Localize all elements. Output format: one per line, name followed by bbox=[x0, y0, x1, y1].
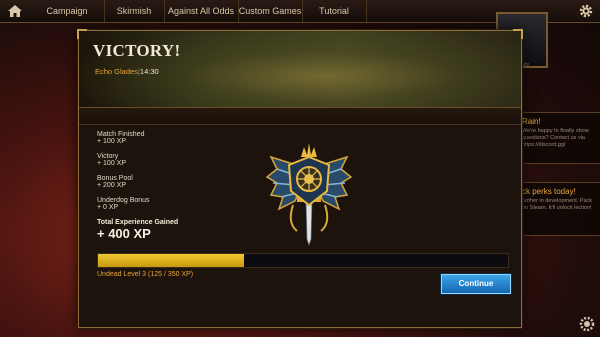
level-progress-text: Undead Level 3 (125 / 350 XP) bbox=[97, 271, 194, 278]
xp-progress-bar bbox=[97, 253, 509, 268]
total-xp-value: + 400 XP bbox=[97, 226, 151, 241]
settings-button[interactable] bbox=[578, 3, 594, 19]
total-xp-label: Total Experience Gained bbox=[97, 219, 179, 226]
home-button[interactable] bbox=[4, 2, 26, 20]
corner-ornament-tl bbox=[77, 29, 87, 39]
reward-value: + 0 XP bbox=[97, 204, 119, 211]
news-panel: Rain! We're happy to finally show questi… bbox=[516, 112, 600, 164]
perks-heading: ck perks today! bbox=[522, 187, 576, 196]
nav-skirmish[interactable]: Skirmish bbox=[104, 0, 165, 22]
nav-against-all-odds[interactable]: Against All Odds bbox=[164, 0, 239, 22]
news-text: We're happy to finally show questions? C… bbox=[522, 128, 589, 148]
friends-icon[interactable] bbox=[578, 315, 596, 333]
reward-label: Victory bbox=[97, 153, 119, 160]
map-name: Echo Glades bbox=[95, 67, 138, 76]
perks-text: further in development. Pack on Steam. I… bbox=[522, 198, 593, 211]
xp-breakdown: Match Finished + 100 XP Victory + 100 XP… bbox=[97, 131, 277, 241]
match-info: Echo Glades|14:30 bbox=[95, 67, 159, 76]
reward-label: Bonus Pool bbox=[97, 175, 133, 182]
reward-value: + 200 XP bbox=[97, 182, 126, 189]
victory-title: VICTORY! bbox=[93, 41, 181, 60]
header-divider bbox=[79, 108, 521, 125]
reward-value: + 100 XP bbox=[97, 160, 126, 167]
nav-campaign[interactable]: Campaign bbox=[30, 0, 105, 22]
reward-value: + 100 XP bbox=[97, 138, 126, 145]
reward-label: Match Finished bbox=[97, 131, 145, 138]
continue-button[interactable]: Continue bbox=[441, 274, 511, 294]
victory-dialog: VICTORY! Echo Glades|14:30 Match Finishe… bbox=[77, 29, 523, 328]
xp-progress-fill bbox=[98, 254, 245, 267]
perks-panel: ck perks today! further in development. … bbox=[516, 182, 600, 236]
undead-faction-crest-icon bbox=[265, 143, 353, 247]
nav-custom-games[interactable]: Custom Games bbox=[238, 0, 303, 22]
nav-tutorial[interactable]: Tutorial bbox=[302, 0, 367, 22]
home-icon bbox=[8, 5, 22, 17]
news-heading: Rain! bbox=[522, 117, 541, 126]
corner-ornament-tr bbox=[513, 29, 523, 39]
reward-label: Underdog Bonus bbox=[97, 197, 150, 204]
gear-icon bbox=[579, 4, 593, 18]
match-duration: 14:30 bbox=[139, 67, 159, 76]
map-banner: VICTORY! Echo Glades|14:30 bbox=[79, 31, 521, 108]
